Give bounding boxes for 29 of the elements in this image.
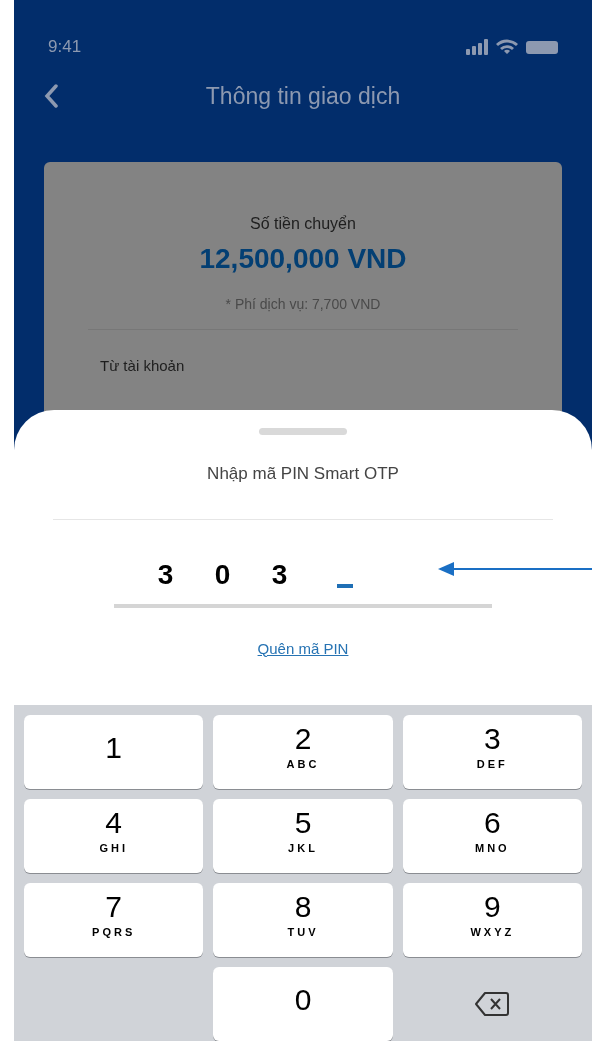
keypad-key[interactable]: 9 WXYZ <box>402 883 582 957</box>
keypad-key[interactable]: 0 <box>213 967 393 1041</box>
keypad-key[interactable]: 5 JKL <box>213 799 393 873</box>
screen-title: Thông tin giao dịch <box>205 81 401 111</box>
keypad-key[interactable]: 8 TUV <box>213 883 393 957</box>
pin-digit: 0 <box>213 559 232 590</box>
keypad-key[interactable]: 2 ABC <box>213 715 393 789</box>
pin-digit: 3 <box>270 559 289 590</box>
cursor-mark <box>337 583 353 588</box>
pin-digit: 3 <box>156 559 175 590</box>
keypad-key[interactable]: 3 DEF <box>402 715 582 789</box>
battery-icon <box>526 40 558 54</box>
status-time: 9:41 <box>48 36 82 59</box>
sheet-title: Nhập mã PIN Smart OTP <box>207 463 399 485</box>
pin-field[interactable]: 3 0 3 <box>114 559 492 608</box>
keypad-key[interactable]: 1 <box>24 715 204 789</box>
wifi-icon <box>496 39 518 55</box>
backspace-icon <box>474 990 511 1018</box>
forgot-pin-link[interactable]: Quên mã PIN <box>257 637 349 660</box>
fee-text: * Phí dịch vụ: 7,700 VND <box>225 295 381 314</box>
keypad-key[interactable]: 6 MNO <box>402 799 582 873</box>
amount-label: Số tiền chuyển <box>250 214 356 234</box>
amount-value: 12,500,000 VND <box>199 242 407 276</box>
keypad-key[interactable]: 7 PQRS <box>24 883 204 957</box>
back-icon[interactable] <box>44 84 58 108</box>
sheet-handle[interactable] <box>259 428 347 435</box>
keypad-key[interactable]: 4 GHI <box>24 799 204 873</box>
signal-icon <box>466 39 488 55</box>
from-account-label: Từ tài khoản <box>100 357 185 374</box>
